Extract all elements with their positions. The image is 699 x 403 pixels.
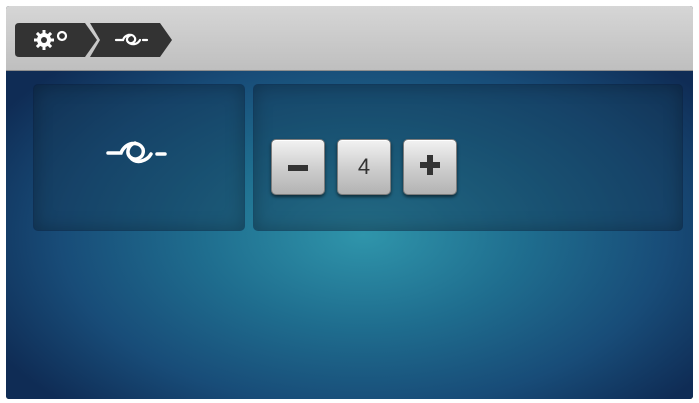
breadcrumb-stitch-button[interactable] — [90, 23, 172, 57]
settings-icon — [33, 29, 73, 51]
main-content: 4 — [6, 71, 693, 399]
knot-tie-off-icon — [114, 30, 154, 50]
app-screen: 4 — [6, 6, 693, 399]
increase-button[interactable] — [403, 139, 457, 195]
decrease-button[interactable] — [271, 139, 325, 195]
stitch-count-panel: 4 — [254, 85, 682, 230]
knot-tie-off-icon — [104, 133, 176, 178]
stitch-count-text: 4 — [357, 154, 371, 179]
breadcrumb-settings-button[interactable] — [15, 23, 97, 57]
stitch-icon-panel — [34, 85, 244, 230]
stitch-count-value: 4 — [337, 139, 391, 195]
minus-icon — [288, 158, 308, 176]
top-bar — [6, 6, 693, 71]
plus-icon — [420, 154, 440, 180]
